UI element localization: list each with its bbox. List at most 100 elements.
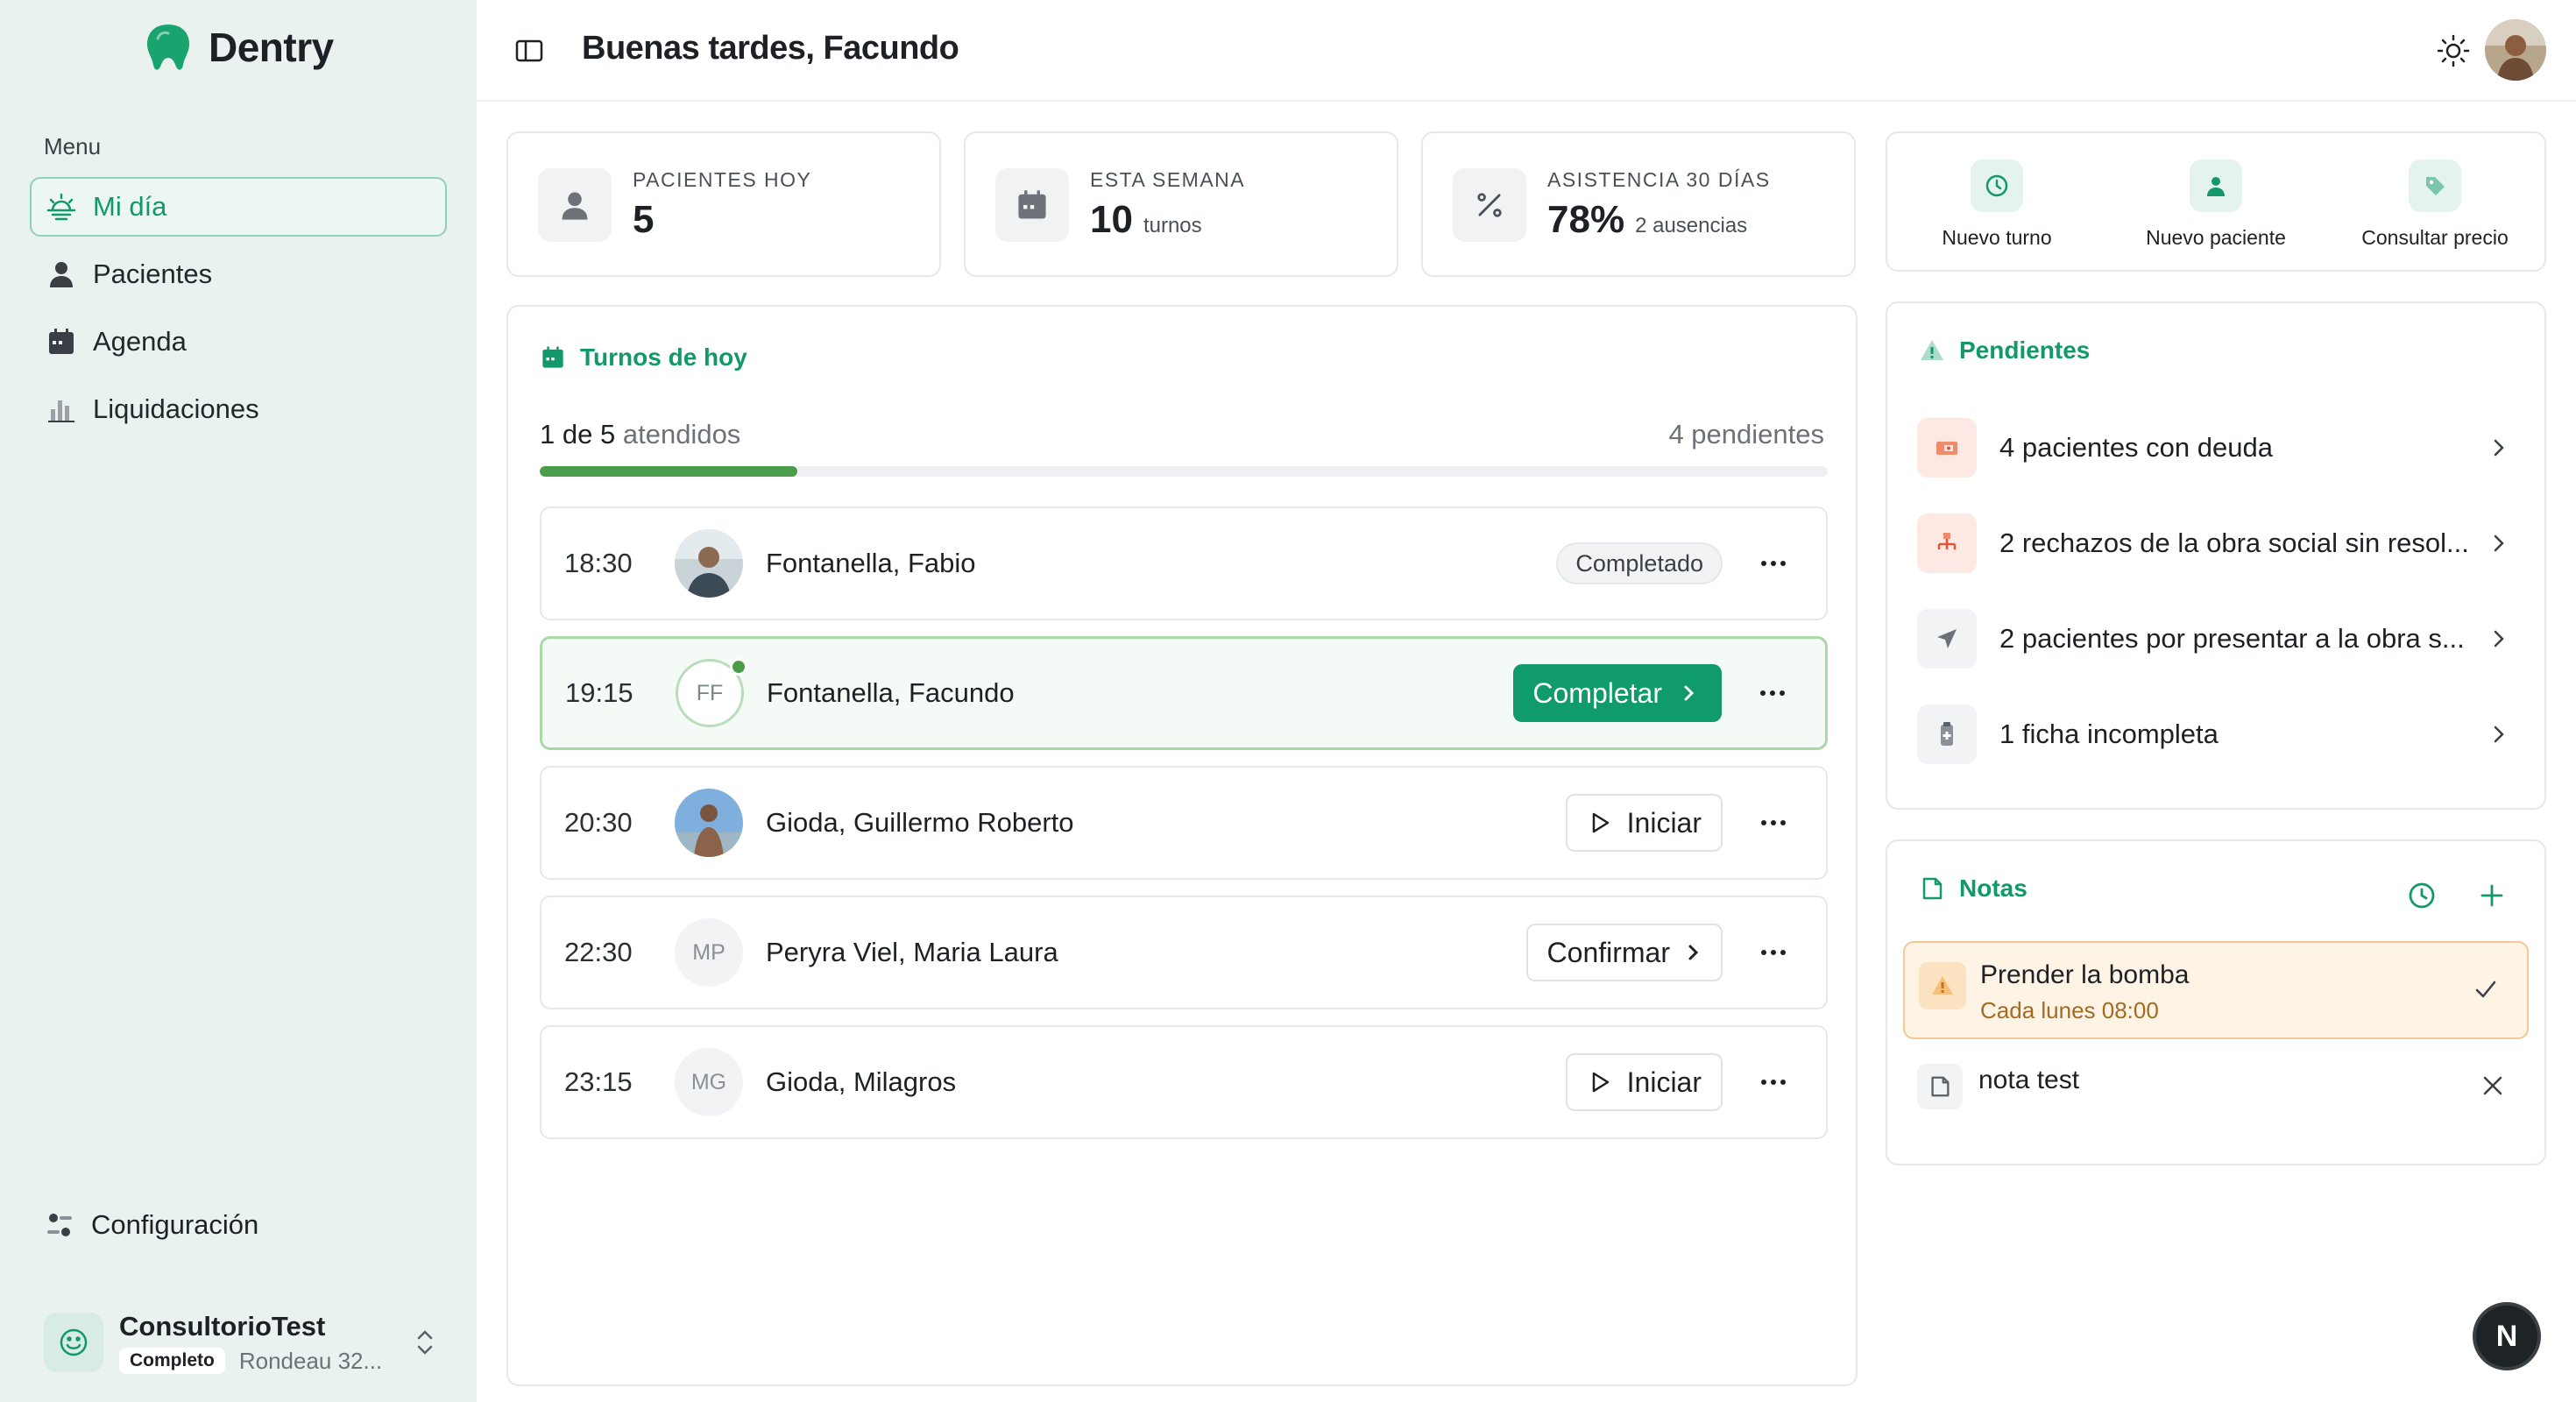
bar-chart-icon bbox=[48, 400, 74, 422]
appointments-list: 18:30 Fontanella, Fabio Completado 19:15… bbox=[540, 506, 1828, 1155]
appointment-time: 19:15 bbox=[565, 677, 633, 708]
note-item-recurring[interactable]: Prender la bomba Cada lunes 08:00 bbox=[1903, 941, 2529, 1039]
button-label: Completar bbox=[1532, 676, 1662, 709]
patient-name: Gioda, Milagros bbox=[766, 1066, 957, 1097]
chevron-right-icon bbox=[1688, 945, 1699, 960]
patient-name: Peryra Viel, Maria Laura bbox=[766, 937, 1058, 967]
more-options-icon[interactable] bbox=[1756, 1065, 1791, 1100]
status-badge: Completado bbox=[1556, 542, 1723, 584]
stat-label: ASISTENCIA 30 DÍAS bbox=[1547, 168, 1771, 191]
more-options-icon[interactable] bbox=[1756, 935, 1791, 970]
note-icon bbox=[1917, 1064, 1963, 1109]
stat-value: 78% bbox=[1547, 198, 1625, 241]
pending-text: 4 pacientes con deuda bbox=[1999, 432, 2273, 463]
patient-avatar bbox=[675, 789, 743, 857]
nuevo-paciente-button[interactable]: Nuevo paciente bbox=[2106, 133, 2325, 270]
more-options-icon[interactable] bbox=[1755, 676, 1790, 711]
add-note-icon[interactable] bbox=[2476, 880, 2508, 911]
user-avatar[interactable] bbox=[2485, 19, 2546, 81]
smile-icon bbox=[44, 1313, 103, 1372]
top-header: Buenas tardes, Facundo bbox=[477, 0, 2576, 102]
sidebar-item-label: Mi día bbox=[93, 191, 167, 222]
chevron-right-icon bbox=[2494, 630, 2504, 648]
appointment-row-current[interactable]: 19:15 FF Fontanella, Facundo Completar bbox=[540, 636, 1828, 750]
check-icon[interactable] bbox=[2471, 974, 2501, 1004]
sidebar-item-label: Pacientes bbox=[93, 258, 213, 289]
chevron-right-icon bbox=[1684, 685, 1695, 701]
patient-name: Gioda, Guillermo Roberto bbox=[766, 807, 1074, 838]
quick-actions: Nuevo turno Nuevo paciente Consultar pre… bbox=[1886, 131, 2546, 272]
account-address: Rondeau 32... bbox=[238, 1347, 383, 1374]
user-icon bbox=[50, 262, 73, 287]
sidebar-item-liquidaciones[interactable]: Liquidaciones bbox=[30, 379, 447, 439]
pending-item-rechazos[interactable]: 2 rechazos de la obra social sin resol..… bbox=[1917, 513, 2522, 574]
appointment-row[interactable]: 22:30 MP Peryra Viel, Maria Laura Confir… bbox=[540, 896, 1828, 1009]
next-dev-button[interactable]: N bbox=[2473, 1302, 2541, 1370]
quick-action-label: Consultar precio bbox=[2361, 226, 2509, 249]
pending-count: 4 pendientes bbox=[1668, 419, 1824, 450]
pending-text: 2 pacientes por presentar a la obra s... bbox=[1999, 623, 2465, 654]
note-title: Prender la bomba bbox=[1980, 960, 2190, 989]
pending-item-presentar[interactable]: 2 pacientes por presentar a la obra s... bbox=[1917, 608, 2522, 669]
note-title: nota test bbox=[1978, 1066, 2080, 1094]
brand[interactable]: Dentry bbox=[144, 21, 334, 74]
pending-item-deuda[interactable]: 4 pacientes con deuda bbox=[1917, 417, 2522, 478]
stat-label: PACIENTES HOY bbox=[633, 168, 812, 191]
appointment-row[interactable]: 20:30 Gioda, Guillermo Roberto Iniciar bbox=[540, 766, 1828, 880]
sidebar-item-label: Liquidaciones bbox=[93, 393, 259, 424]
turnos-card: Turnos de hoy 1 de 5 atendidos 4 pendien… bbox=[506, 305, 1858, 1386]
button-label: Iniciar bbox=[1626, 1066, 1702, 1098]
appointment-time: 22:30 bbox=[564, 937, 633, 967]
done-suffix: atendidos bbox=[622, 419, 741, 450]
nuevo-turno-button[interactable]: Nuevo turno bbox=[1887, 133, 2106, 270]
appointment-row[interactable]: 18:30 Fontanella, Fabio Completado bbox=[540, 506, 1828, 620]
calendar-icon bbox=[995, 168, 1069, 242]
stat-suffix: turnos bbox=[1143, 214, 1202, 237]
iniciar-button[interactable]: Iniciar bbox=[1565, 1053, 1723, 1111]
chevron-right-icon bbox=[2494, 439, 2504, 457]
network-icon bbox=[1917, 513, 1977, 573]
button-label: Confirmar bbox=[1546, 936, 1670, 968]
appointment-row[interactable]: 23:15 MG Gioda, Milagros Iniciar bbox=[540, 1025, 1828, 1139]
stat-suffix: 2 ausencias bbox=[1635, 214, 1748, 237]
iniciar-button[interactable]: Iniciar bbox=[1565, 794, 1723, 852]
account-switcher[interactable]: ConsultorioTest Completo Rondeau 32... bbox=[44, 1306, 438, 1379]
tag-icon bbox=[2409, 159, 2461, 212]
sidebar: Dentry Menu Mi día Pacientes Agenda Liqu… bbox=[0, 0, 477, 1402]
pending-item-ficha[interactable]: 1 ficha incompleta bbox=[1917, 704, 2522, 765]
warning-icon bbox=[1921, 340, 1943, 360]
completar-button[interactable]: Completar bbox=[1513, 664, 1722, 722]
note-item[interactable]: nota test bbox=[1917, 1060, 2522, 1113]
consultar-precio-button[interactable]: Consultar precio bbox=[2325, 133, 2544, 270]
quick-action-label: Nuevo paciente bbox=[2146, 226, 2286, 249]
total-count: 5 bbox=[599, 419, 616, 450]
turnos-title-text: Turnos de hoy bbox=[580, 343, 747, 371]
turnos-title: Turnos de hoy bbox=[540, 343, 747, 372]
menu-label: Menu bbox=[44, 133, 102, 159]
pending-text: 2 rechazos de la obra social sin resol..… bbox=[1999, 528, 2469, 558]
sidebar-nav: Mi día Pacientes Agenda Liquidaciones bbox=[30, 177, 447, 447]
clock-icon[interactable] bbox=[2406, 880, 2438, 911]
sidebar-toggle-icon[interactable] bbox=[513, 35, 545, 67]
quick-action-label: Nuevo turno bbox=[1942, 226, 2052, 249]
pendientes-title: Pendientes bbox=[1919, 336, 2090, 365]
chevron-right-icon bbox=[2494, 726, 2504, 743]
sun-icon[interactable] bbox=[2436, 33, 2471, 68]
more-options-icon[interactable] bbox=[1756, 805, 1791, 840]
more-options-icon[interactable] bbox=[1756, 546, 1791, 581]
config-label: Configuración bbox=[91, 1209, 259, 1240]
sidebar-item-configuracion[interactable]: Configuración bbox=[44, 1209, 258, 1241]
account-name: ConsultorioTest bbox=[119, 1310, 326, 1342]
sidebar-item-mi-dia[interactable]: Mi día bbox=[30, 177, 447, 237]
stat-value: 10 bbox=[1090, 198, 1133, 241]
sidebar-item-pacientes[interactable]: Pacientes bbox=[30, 244, 447, 304]
close-icon[interactable] bbox=[2480, 1073, 2506, 1099]
stat-label: ESTA SEMANA bbox=[1090, 168, 1246, 191]
sidebar-item-agenda[interactable]: Agenda bbox=[30, 312, 447, 372]
confirmar-button[interactable]: Confirmar bbox=[1525, 924, 1723, 981]
button-label: Iniciar bbox=[1626, 806, 1702, 839]
active-indicator bbox=[730, 658, 747, 676]
progress-bar-fill bbox=[540, 466, 797, 477]
notas-title-text: Notas bbox=[1959, 874, 2028, 902]
notas-title: Notas bbox=[1919, 874, 2028, 903]
